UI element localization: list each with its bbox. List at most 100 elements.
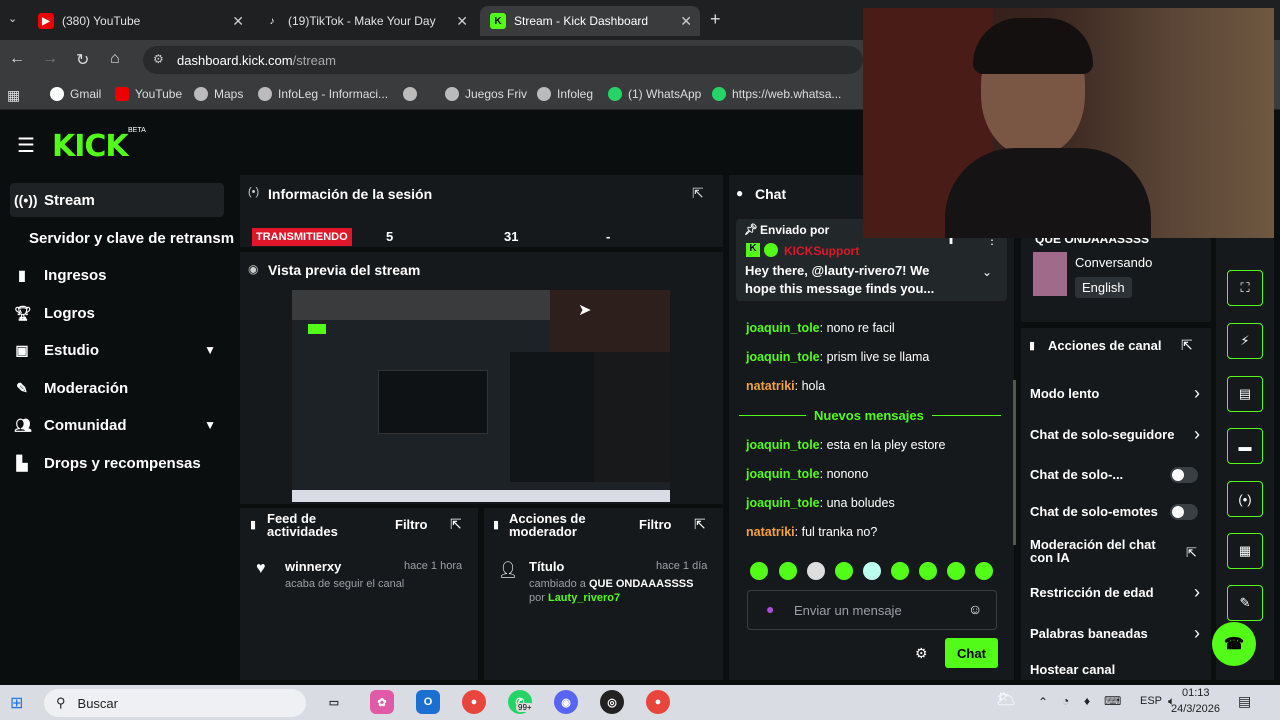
bookmark-whatsapp[interactable]: (1) WhatsApp bbox=[608, 87, 701, 101]
subscribers-only-toggle[interactable] bbox=[1170, 466, 1198, 483]
bookmark-blank[interactable] bbox=[403, 87, 417, 101]
windows-start-icon[interactable]: ⊞ bbox=[10, 693, 23, 713]
stream-preview-video[interactable]: ➤ bbox=[292, 290, 670, 502]
globe-icon bbox=[445, 87, 459, 101]
bookmark-infoleg[interactable]: InfoLeg - Informaci... bbox=[258, 87, 388, 101]
language-indicator[interactable]: ESP bbox=[1140, 695, 1162, 707]
pinned-sender[interactable]: KICKSupport bbox=[784, 244, 859, 258]
kick-logo[interactable]: KICK bbox=[52, 129, 129, 164]
action-host-channel[interactable]: Hostear canal bbox=[1030, 662, 1206, 677]
sidebar-item-stream[interactable]: ((•)) Stream bbox=[10, 183, 224, 217]
bookmark-infoleg-2[interactable]: Infoleg bbox=[537, 87, 593, 101]
emotes-only-toggle[interactable] bbox=[1170, 503, 1198, 520]
emote-icon[interactable] bbox=[919, 562, 937, 580]
settings-gear-icon[interactable]: ⚙ bbox=[915, 645, 928, 662]
outlook-icon[interactable]: O bbox=[416, 690, 440, 714]
discord-icon[interactable]: ◉ bbox=[554, 690, 578, 714]
keyboard-icon[interactable]: ⌨ bbox=[1104, 694, 1121, 708]
broadcast-icon[interactable]: (•) bbox=[1227, 481, 1263, 517]
emote-icon[interactable] bbox=[863, 562, 881, 580]
popout-icon[interactable]: ⇱ bbox=[450, 516, 462, 533]
clip-icon[interactable]: ⛶ bbox=[1227, 270, 1263, 306]
bookmark-youtube[interactable]: YouTube bbox=[115, 87, 182, 101]
close-icon[interactable]: ✕ bbox=[232, 13, 244, 30]
emote-icon[interactable] bbox=[835, 562, 853, 580]
close-icon[interactable]: ✕ bbox=[456, 13, 468, 30]
forward-icon[interactable]: → bbox=[42, 50, 58, 68]
tab-youtube[interactable]: ▶ (380) YouTube ✕ bbox=[28, 6, 252, 36]
lightning-icon[interactable]: ⚡︎ bbox=[1227, 323, 1263, 359]
sidebar-item-server-key[interactable]: Servidor y clave de retransm bbox=[25, 221, 237, 255]
chat-scrollbar[interactable] bbox=[1013, 380, 1016, 545]
network-icon[interactable]: ◔ bbox=[1062, 694, 1069, 708]
site-info-icon[interactable]: ⚙ bbox=[153, 52, 164, 66]
copilot-icon[interactable]: ✿ bbox=[370, 690, 394, 714]
layout-icon[interactable]: ▦ bbox=[1227, 533, 1263, 569]
emote-icon[interactable] bbox=[975, 562, 993, 580]
action-age-restriction[interactable]: Restricción de edad › bbox=[1030, 582, 1206, 602]
tab-kick-dashboard[interactable]: K Stream - Kick Dashboard ✕ bbox=[480, 6, 700, 36]
chrome-active-icon[interactable]: ● bbox=[646, 690, 670, 714]
tray-overflow-icon[interactable]: ⌃ bbox=[1038, 695, 1048, 709]
popout-icon[interactable]: ⇱ bbox=[694, 516, 706, 533]
feed-user[interactable]: winnerxy bbox=[285, 559, 341, 574]
home-icon[interactable]: ⌂ bbox=[110, 50, 120, 68]
bookmark-web-whatsapp[interactable]: https://web.whatsa... bbox=[712, 87, 841, 101]
new-tab-button[interactable]: + bbox=[710, 9, 721, 30]
action-ai-moderation[interactable]: Moderación del chat con IA bbox=[1030, 538, 1170, 564]
action-followers-only[interactable]: Chat de solo-seguidore › bbox=[1030, 424, 1206, 444]
url-domain: dashboard.kick.com bbox=[177, 52, 293, 68]
microphone-icon[interactable]: ● bbox=[766, 601, 774, 617]
action-slow-mode[interactable]: Modo lento › bbox=[1030, 383, 1206, 403]
emote-icon[interactable] bbox=[779, 562, 797, 580]
category-name[interactable]: Conversando bbox=[1075, 255, 1152, 270]
chat-input[interactable]: ● Enviar un mensaje ☺ bbox=[747, 590, 997, 630]
modactions-filter-button[interactable]: Filtro bbox=[639, 517, 672, 532]
microphone-icon[interactable]: ♦ bbox=[1084, 694, 1090, 708]
bookmark-juegos-friv[interactable]: Juegos Friv bbox=[445, 87, 527, 101]
youtube-icon bbox=[115, 87, 129, 101]
bookmark-maps[interactable]: Maps bbox=[194, 87, 243, 101]
external-link-icon[interactable]: ⇱ bbox=[1186, 545, 1197, 561]
emote-icon[interactable] bbox=[891, 562, 909, 580]
obs-icon[interactable]: ◎ bbox=[600, 690, 624, 714]
tab-tiktok[interactable]: ♪ (19)TikTok - Make Your Day ✕ bbox=[254, 6, 476, 36]
emote-icon[interactable] bbox=[947, 562, 965, 580]
wrench-icon[interactable]: ✎ bbox=[1227, 585, 1263, 621]
popout-icon[interactable]: ⇱ bbox=[692, 185, 704, 202]
reload-icon[interactable]: ↻ bbox=[76, 50, 89, 70]
apps-icon[interactable]: ▦ bbox=[7, 87, 20, 104]
emoji-icon[interactable]: ☺ bbox=[968, 601, 982, 617]
action-banned-words[interactable]: Palabras baneadas › bbox=[1030, 623, 1206, 643]
chrome-icon[interactable]: ● bbox=[462, 690, 486, 714]
category-thumbnail[interactable] bbox=[1033, 252, 1067, 296]
sidebar-item-drops[interactable]: ▙ Drops y recompensas bbox=[10, 446, 224, 480]
sidebar-item-estudio[interactable]: ▣ Estudio ▼ bbox=[10, 333, 224, 367]
sidebar-item-logros[interactable]: 🏆︎ Logros bbox=[10, 296, 224, 330]
url-field[interactable]: ⚙ dashboard.kick.com/stream bbox=[143, 46, 863, 74]
tab-list-dropdown-icon[interactable]: ⌄ bbox=[8, 12, 17, 25]
hamburger-menu-icon[interactable]: ☰ bbox=[17, 133, 35, 158]
chat-bubble-icon[interactable]: ▬ bbox=[1227, 428, 1263, 464]
back-icon[interactable]: ← bbox=[9, 50, 25, 68]
notes-icon[interactable]: ▤ bbox=[1227, 376, 1263, 412]
clock-time[interactable]: 01:13 bbox=[1182, 687, 1210, 699]
emote-icon[interactable] bbox=[807, 562, 825, 580]
task-view-icon[interactable]: ▭ bbox=[322, 690, 346, 714]
taskbar-search[interactable]: ⚲ Buscar bbox=[44, 689, 306, 717]
bookmark-gmail[interactable]: Gmail bbox=[50, 87, 101, 101]
sidebar-item-comunidad[interactable]: 👥︎ Comunidad ▼ bbox=[10, 408, 224, 442]
notifications-icon[interactable]: ▤ bbox=[1238, 693, 1251, 710]
popout-icon[interactable]: ⇱ bbox=[1181, 337, 1193, 354]
chevron-down-icon[interactable]: ⌄ bbox=[982, 265, 992, 279]
support-chat-button[interactable]: ☎︎ bbox=[1212, 622, 1256, 666]
emote-icon[interactable] bbox=[750, 562, 768, 580]
feed-filter-button[interactable]: Filtro bbox=[395, 517, 428, 532]
weather-widget-icon[interactable]: 🌥︎ bbox=[996, 689, 1016, 709]
chat-send-button[interactable]: Chat bbox=[945, 638, 998, 668]
sidebar-item-ingresos[interactable]: ▮ Ingresos bbox=[10, 258, 224, 292]
community-icon: 👥︎ bbox=[14, 416, 32, 433]
sidebar-item-moderacion[interactable]: ✎ Moderación bbox=[10, 371, 224, 405]
clock-date[interactable]: 24/3/2026 bbox=[1171, 703, 1220, 715]
close-icon[interactable]: ✕ bbox=[680, 13, 692, 30]
